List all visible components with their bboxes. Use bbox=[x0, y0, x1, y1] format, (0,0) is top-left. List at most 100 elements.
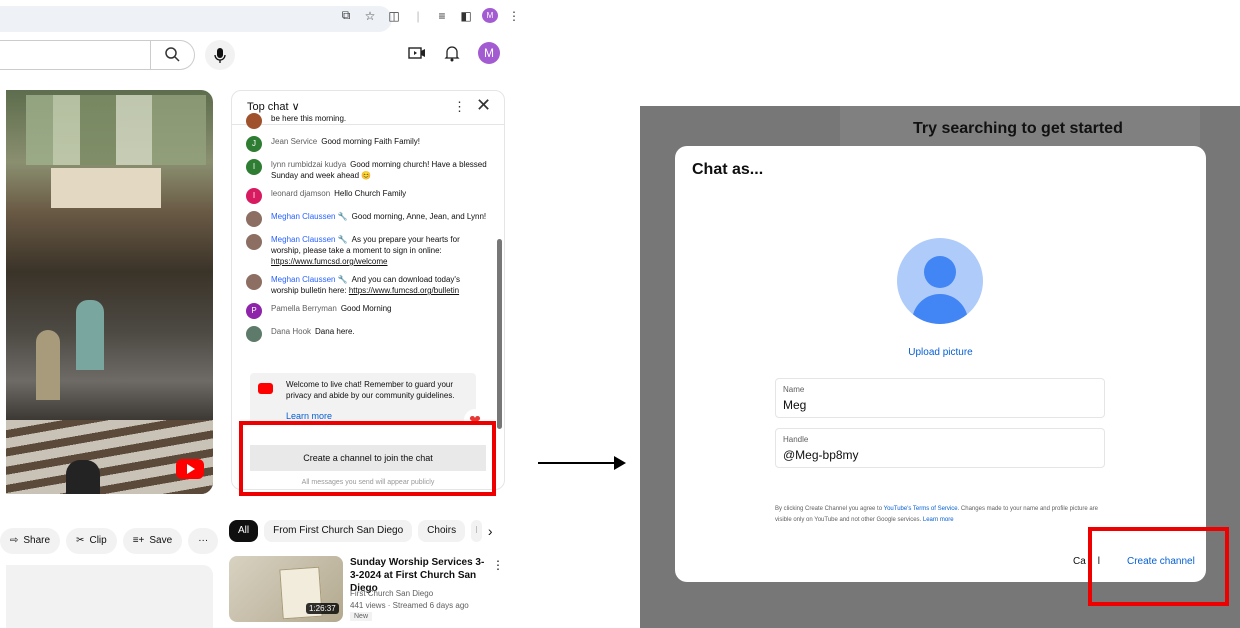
name-value[interactable]: Meg bbox=[783, 398, 806, 412]
create-video-icon[interactable] bbox=[408, 46, 426, 60]
recommended-meta: First Church San Diego 441 views · Strea… bbox=[350, 588, 490, 612]
filter-chip-all[interactable]: All bbox=[229, 520, 259, 542]
notifications-bell-icon[interactable] bbox=[444, 44, 460, 62]
bookmark-star-icon[interactable]: ☆ bbox=[362, 9, 378, 23]
filter-chip-partial[interactable]: I bbox=[471, 520, 482, 542]
handle-label: Handle bbox=[783, 435, 809, 444]
cancel-label-start: Ca bbox=[1073, 556, 1086, 567]
chat-message-body: leonard djamson Hello Church Family bbox=[271, 188, 406, 204]
terms-of-service-link[interactable]: YouTube's Terms of Service bbox=[884, 506, 958, 512]
choir-member bbox=[76, 300, 104, 370]
highlight-box bbox=[1088, 527, 1229, 606]
description-box[interactable] bbox=[6, 565, 213, 628]
terms-learn-more-link[interactable]: Learn more bbox=[923, 517, 954, 523]
filter-chip-choirs[interactable]: Choirs bbox=[418, 520, 466, 542]
toolbar-divider: | bbox=[416, 8, 420, 23]
chat-author-name[interactable]: Meghan Claussen 🔧 bbox=[271, 235, 348, 244]
chat-message: Dana Hook Dana here. bbox=[246, 326, 488, 342]
search-divider bbox=[150, 40, 151, 70]
save-label: Save bbox=[149, 535, 173, 546]
chat-message-list: be here this morning. J Jean Service Good m… bbox=[246, 113, 488, 349]
chat-as-dialog: Chat as... Upload picture Name Meg Handl… bbox=[675, 146, 1206, 582]
chat-author-name[interactable]: Dana Hook bbox=[271, 327, 311, 336]
chat-author-name[interactable]: Pamella Berryman bbox=[271, 304, 337, 313]
extensions-icon[interactable]: ◫ bbox=[386, 9, 402, 23]
chat-message-link[interactable]: https://www.fumcsd.org/bulletin bbox=[349, 286, 459, 295]
chat-author-name[interactable]: leonard djamson bbox=[271, 189, 330, 198]
side-panel-icon[interactable]: ◧ bbox=[458, 9, 474, 23]
chat-author-name[interactable]: Meghan Claussen 🔧 bbox=[271, 212, 348, 221]
reading-list-icon[interactable]: ≡ bbox=[434, 9, 450, 23]
recommended-channel[interactable]: First Church San Diego bbox=[350, 588, 490, 600]
chat-message-body: Meghan Claussen 🔧 And you can download to… bbox=[271, 274, 488, 296]
chat-author-avatar[interactable] bbox=[246, 234, 262, 250]
install-app-icon[interactable]: ⧉ bbox=[338, 8, 354, 23]
background-heading: Try searching to get started bbox=[913, 120, 1123, 137]
video-actions: ⇨ Share ✂ Clip ≡+ Save ··· bbox=[0, 528, 219, 554]
chat-message-body: be here this morning. bbox=[271, 113, 346, 129]
chat-author-avatar[interactable]: l bbox=[246, 188, 262, 204]
chevron-right-icon[interactable]: › bbox=[488, 523, 493, 539]
top-chat-dropdown[interactable]: Top chat ∨ bbox=[247, 100, 300, 113]
clip-button[interactable]: ✂ Clip bbox=[66, 528, 117, 554]
recommended-thumbnail[interactable]: 1:26:37 bbox=[229, 556, 343, 622]
handle-field[interactable]: Handle @Meg-bp8my bbox=[775, 428, 1105, 468]
chat-author-avatar[interactable] bbox=[246, 211, 262, 227]
dialog-title: Chat as... bbox=[692, 161, 764, 178]
chat-message: P Pamella Berryman Good Morning bbox=[246, 303, 488, 319]
name-label: Name bbox=[783, 385, 805, 394]
browser-profile-avatar[interactable]: M bbox=[482, 8, 498, 23]
chat-message-text: Good morning, Anne, Jean, and Lynn! bbox=[351, 212, 487, 221]
filter-chip-channel[interactable]: From First Church San Diego bbox=[264, 520, 413, 542]
choir-member bbox=[36, 330, 60, 400]
pews bbox=[6, 420, 213, 494]
chat-author-avatar[interactable] bbox=[246, 274, 262, 290]
chat-author-name[interactable]: Meghan Claussen 🔧 bbox=[271, 275, 348, 284]
chat-message-body: Dana Hook Dana here. bbox=[271, 326, 355, 342]
chat-scrollbar[interactable] bbox=[497, 239, 502, 429]
voice-search-button[interactable] bbox=[205, 40, 235, 70]
share-button[interactable]: ⇨ Share bbox=[0, 528, 61, 554]
save-icon: ≡+ bbox=[132, 535, 145, 546]
highlight-box bbox=[239, 421, 496, 496]
upload-picture-link[interactable]: Upload picture bbox=[675, 347, 1206, 358]
chat-message-link[interactable]: https://www.fumcsd.org/welcome bbox=[271, 257, 387, 266]
chat-author-avatar[interactable]: l bbox=[246, 159, 262, 175]
chat-author-avatar[interactable] bbox=[246, 326, 262, 342]
chat-message-text: be here this morning. bbox=[271, 114, 347, 123]
chat-message-body: Meghan Claussen 🔧 Good morning, Anne, Jea… bbox=[271, 211, 486, 227]
share-icon: ⇨ bbox=[10, 535, 19, 546]
clip-label: Clip bbox=[89, 535, 107, 546]
chat-author-avatar[interactable] bbox=[246, 113, 262, 129]
chat-message: Meghan Claussen 🔧 And you can download to… bbox=[246, 274, 488, 296]
handle-value[interactable]: @Meg-bp8my bbox=[783, 448, 859, 462]
chat-message-body: Meghan Claussen 🔧 As you prepare your hea… bbox=[271, 234, 488, 267]
youtube-live-page-screenshot: ⧉ ☆ ◫ | ≡ ◧ M ⋮ M ⇨ Share ✂ Clip ≡+ Save… bbox=[0, 0, 525, 628]
chat-message: Meghan Claussen 🔧 As you prepare your hea… bbox=[246, 234, 488, 267]
chat-author-name[interactable]: lynn rumbidzai kudya bbox=[271, 160, 346, 169]
chat-author-avatar[interactable]: P bbox=[246, 303, 262, 319]
live-video-player[interactable] bbox=[6, 90, 213, 494]
more-actions-button[interactable]: ··· bbox=[188, 528, 219, 554]
chat-message: Meghan Claussen 🔧 Good morning, Anne, Jea… bbox=[246, 211, 488, 227]
avatar-head bbox=[924, 256, 956, 288]
youtube-icon bbox=[258, 383, 273, 394]
recommended-more-icon[interactable]: ⋮ bbox=[492, 558, 504, 572]
welcome-banner: Welcome to live chat! Remember to guard … bbox=[250, 373, 476, 425]
profile-picture-avatar[interactable] bbox=[897, 238, 983, 324]
name-field[interactable]: Name Meg bbox=[775, 378, 1105, 418]
chat-author-name[interactable]: Jean Service bbox=[271, 137, 317, 146]
avatar-body bbox=[912, 294, 968, 324]
account-avatar[interactable]: M bbox=[478, 42, 500, 64]
chat-message-text: Good morning Faith Family! bbox=[321, 137, 420, 146]
address-bar[interactable] bbox=[0, 6, 392, 32]
browser-menu-icon[interactable]: ⋮ bbox=[506, 9, 522, 23]
chat-message-text: Dana here. bbox=[315, 327, 355, 336]
related-filters: All From First Church San Diego Choirs I… bbox=[229, 520, 493, 542]
youtube-logo-icon[interactable] bbox=[176, 459, 204, 479]
save-button[interactable]: ≡+ Save bbox=[122, 528, 183, 554]
new-badge: New bbox=[350, 612, 373, 621]
search-icon[interactable] bbox=[163, 45, 183, 65]
chat-author-avatar[interactable]: J bbox=[246, 136, 262, 152]
flow-arrow bbox=[538, 462, 618, 464]
